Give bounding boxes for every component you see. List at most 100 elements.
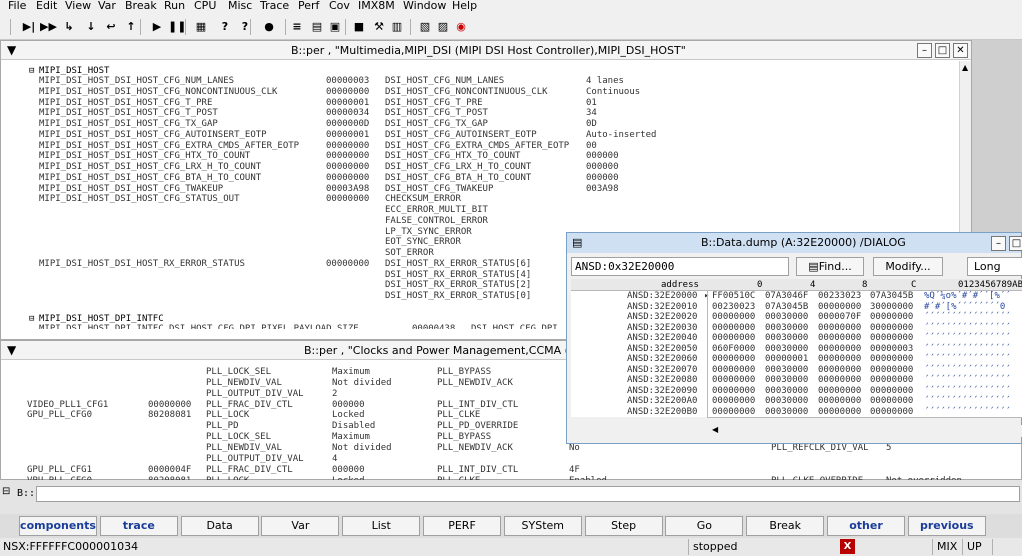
minimize-button[interactable]: –	[991, 236, 1006, 251]
window-title: B::per , "Clocks and Power Management,CC…	[304, 344, 599, 357]
list-icon[interactable]: ≡	[290, 20, 304, 34]
softkey-list[interactable]: List	[342, 516, 421, 536]
toolbar-separator	[285, 19, 286, 35]
window-title-bar[interactable]: ▼ B::per , "Multimedia,MIPI_DSI (MIPI DS…	[1, 41, 971, 60]
help-icon[interactable]: ?	[218, 20, 232, 34]
softkey-previous[interactable]: previous	[907, 516, 986, 536]
field-name: PLL_REFCLK_DIV_VAL	[771, 442, 869, 453]
maximize-button[interactable]: □	[1009, 236, 1022, 251]
dump-row[interactable]: ANSD:32E20060 00000000 00000001 00000000 000…	[571, 354, 1022, 365]
dump-ascii: ´´´´´´´´´´´´´´´´	[924, 322, 1011, 333]
wrench-icon[interactable]: ⚒	[372, 20, 386, 34]
window-title: B::per , "Multimedia,MIPI_DSI (MIPI DSI …	[291, 44, 686, 57]
stop-icon[interactable]: ◉	[454, 20, 468, 34]
trace-icon[interactable]: ▨	[436, 20, 450, 34]
menu-file[interactable]: File	[8, 0, 26, 12]
field-value: Disabled	[332, 421, 376, 432]
dump-row[interactable]: ANSD:32E20000▸FF00510C07A3046F0023302307…	[571, 291, 1022, 302]
register-value: 0000000D	[326, 119, 370, 129]
dump-word: 00000000	[712, 385, 756, 396]
find-button[interactable]: ▤Find...	[796, 257, 864, 276]
step-down-icon[interactable]: ↓	[84, 20, 98, 34]
breakpoint-icon[interactable]: ●	[262, 20, 276, 34]
dump-row[interactable]: ANSD:32E20030 00000000 00030000 00000000 000…	[571, 323, 1022, 334]
field-name: PLL_LOCK_SEL	[206, 367, 272, 377]
field-name: PLL_FRAC_DIV_CTL	[206, 399, 293, 410]
register-icon[interactable]: ▣	[328, 20, 342, 34]
modify-button[interactable]: Modify...	[873, 257, 943, 276]
dump-row[interactable]: ANSD:32E20070 00000000 00030000 00000000 000…	[571, 365, 1022, 376]
dump-row[interactable]: ANSD:32E200A0 00000000 00030000 00000000 000…	[571, 396, 1022, 407]
softkey-step[interactable]: Step	[584, 516, 663, 536]
dialog-title-bar[interactable]: ▤ B::Data.dump (A:32E20000) /DIALOG – □	[567, 233, 1022, 253]
dump-row[interactable]: ANSD:32E20020 00000000 00030000 0000070F 000…	[571, 312, 1022, 323]
go-icon[interactable]: ▶	[150, 20, 164, 34]
softkey-trace[interactable]: trace	[99, 516, 178, 536]
dump-row[interactable]: ANSD:32E20090 00000000 00030000 00000000 000…	[571, 386, 1022, 397]
register-value: 00000000	[326, 151, 370, 162]
find-label: Find...	[818, 260, 852, 273]
scroll-up-icon[interactable]: ▲	[962, 63, 968, 72]
command-input[interactable]	[36, 486, 1020, 502]
softkey-var[interactable]: Var	[261, 516, 340, 536]
chip-icon[interactable]: ■	[352, 20, 366, 34]
menu-imx8m[interactable]: IMX8M	[358, 0, 395, 12]
softkey-data[interactable]: Data	[180, 516, 259, 536]
softkey-break[interactable]: Break	[746, 516, 825, 536]
softkey-other[interactable]: other	[827, 516, 905, 536]
menu-window[interactable]: Window	[403, 0, 446, 12]
menu-help[interactable]: Help	[452, 0, 477, 12]
dump-row[interactable]: ANSD:32E200B0 00000000 00030000 00000000 000…	[571, 407, 1022, 418]
dump-row[interactable]: ANSD:32E20040 00000000 00030000 00000000 000…	[571, 333, 1022, 344]
expand-icon[interactable]: ⊟	[29, 66, 34, 77]
menu-edit[interactable]: Edit	[36, 0, 57, 12]
minimize-button[interactable]: –	[917, 43, 932, 58]
step-into-icon[interactable]: ▶|	[22, 20, 36, 34]
menu-trace[interactable]: Trace	[260, 0, 289, 12]
menu-cpu[interactable]: CPU	[194, 0, 216, 12]
field-value: 2	[332, 388, 338, 399]
dump-word: 00000003	[870, 343, 914, 354]
step-out-icon[interactable]: ↳	[62, 20, 76, 34]
dump-row[interactable]: ANSD:32E20010 00230023 07A3045B 00000000 300…	[571, 302, 1022, 313]
dump-address: ANSD:32E20020	[627, 312, 698, 322]
scroll-left-icon[interactable]: ◀	[712, 425, 718, 434]
memory-icon[interactable]: ▥	[390, 20, 404, 34]
dump-row[interactable]: ANSD:32E20050 060F0000 00030000 00000000 000…	[571, 344, 1022, 355]
grid-icon[interactable]: ▦	[194, 20, 208, 34]
up-icon[interactable]: ↑	[124, 20, 138, 34]
field-value: 5	[886, 442, 892, 453]
close-button[interactable]: ✕	[953, 43, 968, 58]
menu-view[interactable]: View	[65, 0, 91, 12]
field-name: DSI_HOST_CFG_NONCONTINUOUS_CLK	[385, 86, 548, 97]
menu-cov[interactable]: Cov	[329, 0, 350, 12]
softkey-go[interactable]: Go	[665, 516, 744, 536]
width-select[interactable]: Long	[967, 257, 1022, 276]
menu-perf[interactable]: Perf	[298, 0, 319, 12]
maximize-button[interactable]: □	[935, 43, 950, 58]
pause-icon[interactable]: ❚❚	[168, 20, 186, 34]
dump-address: ANSD:32E20090	[627, 385, 698, 396]
menu-break[interactable]: Break	[125, 0, 157, 12]
stack-icon[interactable]: ▧	[418, 20, 432, 34]
field-value: Continuous	[586, 86, 641, 97]
register-value: 00000000	[326, 172, 370, 183]
menu-var[interactable]: Var	[98, 0, 116, 12]
softkey-perf[interactable]: PERF	[423, 516, 501, 536]
field-name: DSI_HOST_CFG_HTX_TO_COUNT	[385, 151, 521, 162]
dump-row[interactable]: ANSD:32E20080 00000000 00030000 00000000 000…	[571, 375, 1022, 386]
collapse-icon[interactable]: ⊟	[2, 486, 10, 497]
dump-word: 07A3046F	[765, 291, 809, 301]
softkey-components[interactable]: components	[19, 516, 97, 536]
horizontal-scrollbar[interactable]: ◀	[707, 425, 1022, 437]
softkey-system[interactable]: SYStem	[503, 516, 582, 536]
menu-misc[interactable]: Misc	[228, 0, 252, 12]
step-over-icon[interactable]: ▶▶	[40, 20, 57, 34]
expand-icon[interactable]: ⊟	[29, 314, 34, 325]
field-name: DSI_HOST_RX_ERROR_STATUS[2]	[385, 280, 532, 291]
address-input[interactable]: ANSD:0x32E20000	[571, 257, 789, 276]
symbol-icon[interactable]: ▤	[310, 20, 324, 34]
return-icon[interactable]: ↩	[104, 20, 118, 34]
stop-icon[interactable]: X	[840, 539, 855, 554]
menu-run[interactable]: Run	[164, 0, 185, 12]
